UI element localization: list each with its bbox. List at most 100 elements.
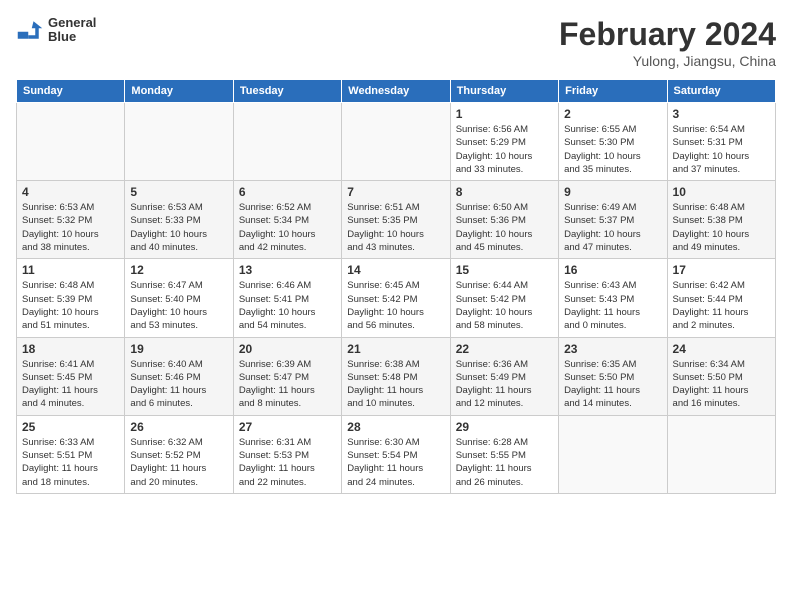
calendar-cell: 25 Sunrise: 6:33 AM Sunset: 5:51 PM Dayli… (17, 415, 125, 493)
day-number: 9 (564, 185, 661, 199)
day-number: 1 (456, 107, 553, 121)
calendar-cell: 9 Sunrise: 6:49 AM Sunset: 5:37 PM Daylig… (559, 181, 667, 259)
calendar-week-row: 18 Sunrise: 6:41 AM Sunset: 5:45 PM Dayli… (17, 337, 776, 415)
calendar-cell: 19 Sunrise: 6:40 AM Sunset: 5:46 PM Dayli… (125, 337, 233, 415)
logo-line1: General (48, 16, 96, 30)
day-info: Sunrise: 6:44 AM Sunset: 5:42 PM Dayligh… (456, 279, 553, 332)
day-number: 18 (22, 342, 119, 356)
day-number: 20 (239, 342, 336, 356)
calendar-cell: 23 Sunrise: 6:35 AM Sunset: 5:50 PM Dayli… (559, 337, 667, 415)
day-info: Sunrise: 6:39 AM Sunset: 5:47 PM Dayligh… (239, 358, 336, 411)
day-number: 7 (347, 185, 444, 199)
calendar-cell (233, 103, 341, 181)
calendar-cell: 14 Sunrise: 6:45 AM Sunset: 5:42 PM Dayli… (342, 259, 450, 337)
logo-icon (16, 16, 44, 44)
day-info: Sunrise: 6:31 AM Sunset: 5:53 PM Dayligh… (239, 436, 336, 489)
day-number: 5 (130, 185, 227, 199)
calendar-cell: 5 Sunrise: 6:53 AM Sunset: 5:33 PM Daylig… (125, 181, 233, 259)
calendar-cell: 29 Sunrise: 6:28 AM Sunset: 5:55 PM Dayli… (450, 415, 558, 493)
day-number: 25 (22, 420, 119, 434)
calendar-cell: 12 Sunrise: 6:47 AM Sunset: 5:40 PM Dayli… (125, 259, 233, 337)
calendar-cell: 8Sunrise: 6:50 AM Sunset: 5:36 PM Daylig… (450, 181, 558, 259)
calendar-header: SundayMondayTuesdayWednesdayThursdayFrid… (17, 80, 776, 103)
day-number: 24 (673, 342, 770, 356)
calendar-week-row: 4 Sunrise: 6:53 AM Sunset: 5:32 PM Daylig… (17, 181, 776, 259)
day-info: Sunrise: 6:28 AM Sunset: 5:55 PM Dayligh… (456, 436, 553, 489)
day-info: Sunrise: 6:43 AM Sunset: 5:43 PM Dayligh… (564, 279, 661, 332)
day-info: Sunrise: 6:38 AM Sunset: 5:48 PM Dayligh… (347, 358, 444, 411)
calendar-cell: 27Sunrise: 6:31 AM Sunset: 5:53 PM Dayli… (233, 415, 341, 493)
day-info: Sunrise: 6:32 AM Sunset: 5:52 PM Dayligh… (130, 436, 227, 489)
calendar-cell: 22 Sunrise: 6:36 AM Sunset: 5:49 PM Dayli… (450, 337, 558, 415)
calendar-cell (559, 415, 667, 493)
day-number: 28 (347, 420, 444, 434)
weekday-row: SundayMondayTuesdayWednesdayThursdayFrid… (17, 80, 776, 103)
logo-text: General Blue (48, 16, 96, 45)
day-info: Sunrise: 6:51 AM Sunset: 5:35 PM Dayligh… (347, 201, 444, 254)
weekday-header: Friday (559, 80, 667, 103)
day-number: 4 (22, 185, 119, 199)
day-number: 15 (456, 263, 553, 277)
calendar-cell: 26Sunrise: 6:32 AM Sunset: 5:52 PM Dayli… (125, 415, 233, 493)
calendar-cell: 15 Sunrise: 6:44 AM Sunset: 5:42 PM Dayli… (450, 259, 558, 337)
calendar-cell: 11 Sunrise: 6:48 AM Sunset: 5:39 PM Dayli… (17, 259, 125, 337)
weekday-header: Monday (125, 80, 233, 103)
day-number: 12 (130, 263, 227, 277)
day-info: Sunrise: 6:47 AM Sunset: 5:40 PM Dayligh… (130, 279, 227, 332)
calendar-cell: 4 Sunrise: 6:53 AM Sunset: 5:32 PM Daylig… (17, 181, 125, 259)
day-info: Sunrise: 6:53 AM Sunset: 5:32 PM Dayligh… (22, 201, 119, 254)
weekday-header: Tuesday (233, 80, 341, 103)
calendar-cell: 13Sunrise: 6:46 AM Sunset: 5:41 PM Dayli… (233, 259, 341, 337)
day-info: Sunrise: 6:53 AM Sunset: 5:33 PM Dayligh… (130, 201, 227, 254)
day-info: Sunrise: 6:40 AM Sunset: 5:46 PM Dayligh… (130, 358, 227, 411)
calendar-week-row: 1 Sunrise: 6:56 AM Sunset: 5:29 PM Daylig… (17, 103, 776, 181)
page-header: General Blue February 2024 Yulong, Jiang… (16, 16, 776, 69)
title-area: February 2024 Yulong, Jiangsu, China (559, 16, 776, 69)
calendar-cell: 10 Sunrise: 6:48 AM Sunset: 5:38 PM Dayli… (667, 181, 775, 259)
weekday-header: Sunday (17, 80, 125, 103)
calendar-cell: 17Sunrise: 6:42 AM Sunset: 5:44 PM Dayli… (667, 259, 775, 337)
day-number: 19 (130, 342, 227, 356)
day-number: 2 (564, 107, 661, 121)
calendar-week-row: 11 Sunrise: 6:48 AM Sunset: 5:39 PM Dayli… (17, 259, 776, 337)
calendar-cell: 21 Sunrise: 6:38 AM Sunset: 5:48 PM Dayli… (342, 337, 450, 415)
day-info: Sunrise: 6:34 AM Sunset: 5:50 PM Dayligh… (673, 358, 770, 411)
day-number: 6 (239, 185, 336, 199)
day-info: Sunrise: 6:50 AM Sunset: 5:36 PM Dayligh… (456, 201, 553, 254)
day-number: 29 (456, 420, 553, 434)
day-number: 10 (673, 185, 770, 199)
calendar-cell (342, 103, 450, 181)
weekday-header: Wednesday (342, 80, 450, 103)
day-info: Sunrise: 6:52 AM Sunset: 5:34 PM Dayligh… (239, 201, 336, 254)
calendar-cell: 1 Sunrise: 6:56 AM Sunset: 5:29 PM Daylig… (450, 103, 558, 181)
weekday-header: Thursday (450, 80, 558, 103)
day-info: Sunrise: 6:35 AM Sunset: 5:50 PM Dayligh… (564, 358, 661, 411)
calendar-cell: 16 Sunrise: 6:43 AM Sunset: 5:43 PM Dayli… (559, 259, 667, 337)
day-number: 17 (673, 263, 770, 277)
day-number: 14 (347, 263, 444, 277)
calendar-cell (667, 415, 775, 493)
day-info: Sunrise: 6:46 AM Sunset: 5:41 PM Dayligh… (239, 279, 336, 332)
day-number: 21 (347, 342, 444, 356)
day-number: 11 (22, 263, 119, 277)
day-number: 16 (564, 263, 661, 277)
day-info: Sunrise: 6:49 AM Sunset: 5:37 PM Dayligh… (564, 201, 661, 254)
calendar-cell: 7 Sunrise: 6:51 AM Sunset: 5:35 PM Daylig… (342, 181, 450, 259)
day-info: Sunrise: 6:36 AM Sunset: 5:49 PM Dayligh… (456, 358, 553, 411)
day-info: Sunrise: 6:54 AM Sunset: 5:31 PM Dayligh… (673, 123, 770, 176)
calendar-cell (17, 103, 125, 181)
day-info: Sunrise: 6:41 AM Sunset: 5:45 PM Dayligh… (22, 358, 119, 411)
day-info: Sunrise: 6:48 AM Sunset: 5:38 PM Dayligh… (673, 201, 770, 254)
day-info: Sunrise: 6:30 AM Sunset: 5:54 PM Dayligh… (347, 436, 444, 489)
day-number: 22 (456, 342, 553, 356)
calendar-cell: 28 Sunrise: 6:30 AM Sunset: 5:54 PM Dayli… (342, 415, 450, 493)
day-number: 23 (564, 342, 661, 356)
day-info: Sunrise: 6:45 AM Sunset: 5:42 PM Dayligh… (347, 279, 444, 332)
calendar-week-row: 25 Sunrise: 6:33 AM Sunset: 5:51 PM Dayli… (17, 415, 776, 493)
day-info: Sunrise: 6:33 AM Sunset: 5:51 PM Dayligh… (22, 436, 119, 489)
day-info: Sunrise: 6:56 AM Sunset: 5:29 PM Dayligh… (456, 123, 553, 176)
calendar-cell: 24 Sunrise: 6:34 AM Sunset: 5:50 PM Dayli… (667, 337, 775, 415)
calendar-cell: 2Sunrise: 6:55 AM Sunset: 5:30 PM Daylig… (559, 103, 667, 181)
day-info: Sunrise: 6:48 AM Sunset: 5:39 PM Dayligh… (22, 279, 119, 332)
calendar-table: SundayMondayTuesdayWednesdayThursdayFrid… (16, 79, 776, 494)
